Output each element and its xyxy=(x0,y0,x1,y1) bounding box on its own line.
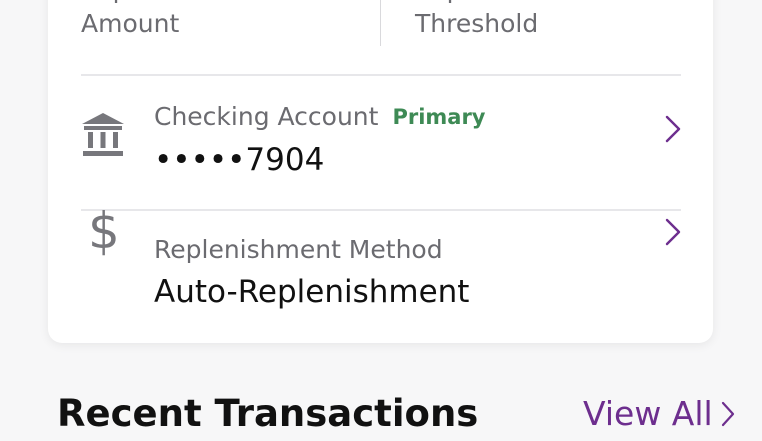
primary-badge: Primary xyxy=(392,105,486,129)
replenishment-amount-text: Replenishment Amount xyxy=(81,0,268,38)
bank-icon xyxy=(81,112,125,162)
chevron-right-icon xyxy=(665,115,681,143)
chevron-right-icon xyxy=(665,218,681,246)
replenishment-card: Replenishment Amount Replenishment Thres… xyxy=(48,0,713,343)
checking-account-label: Checking Account Primary xyxy=(154,101,486,133)
chevron-right-icon xyxy=(721,401,734,427)
replenishment-method-value: Auto-Replenishment xyxy=(154,274,470,310)
recent-transactions-title: Recent Transactions xyxy=(57,392,479,435)
replenishment-method-label: Replenishment Method xyxy=(154,235,443,264)
account-number: •••••7904 xyxy=(154,142,325,178)
replenishment-threshold-text: Replenishment Threshold xyxy=(415,0,602,38)
checking-account-text: Checking Account xyxy=(154,102,379,131)
replenishment-threshold-label: Replenishment Threshold xyxy=(415,0,645,41)
replenishment-method-row[interactable]: $ Replenishment Method Auto-Replenishmen… xyxy=(48,206,713,343)
checking-account-row[interactable]: Checking Account Primary •••••7904 xyxy=(48,76,713,208)
stat-divider xyxy=(380,0,381,46)
view-all-link[interactable]: View All xyxy=(583,392,735,436)
replenishment-amount-label: Replenishment Amount xyxy=(81,0,301,41)
view-all-label: View All xyxy=(583,394,713,433)
dollar-icon: $ xyxy=(88,202,120,260)
